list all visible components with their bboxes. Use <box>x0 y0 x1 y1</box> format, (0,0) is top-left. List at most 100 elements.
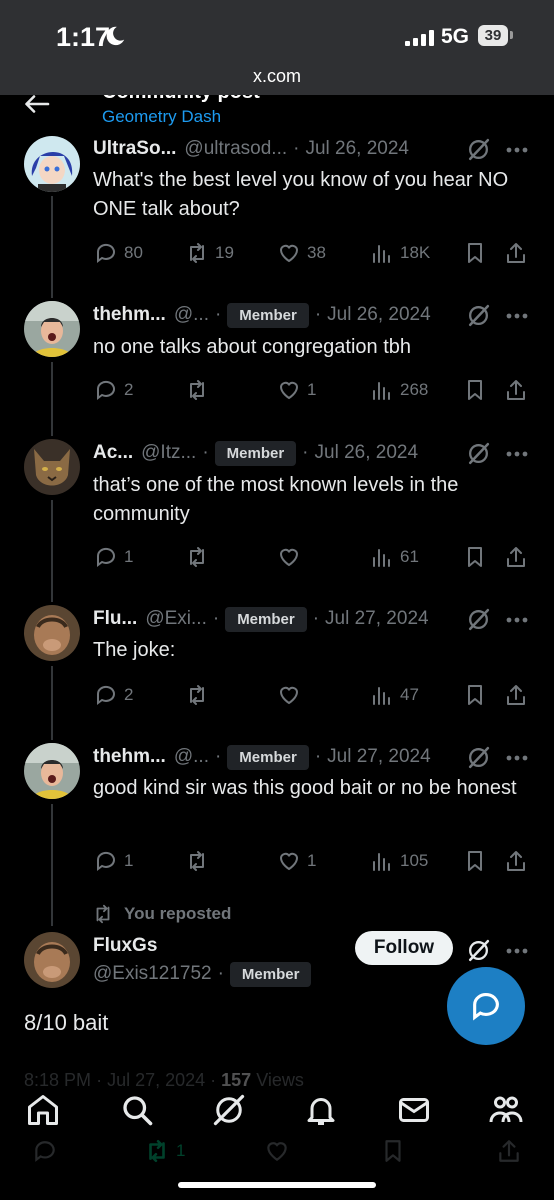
author-name[interactable]: Ac... <box>93 442 133 464</box>
repost-button[interactable]: 19 <box>185 241 234 265</box>
views-button[interactable]: 105 <box>370 849 428 873</box>
tab-grok[interactable] <box>211 1092 251 1132</box>
reply-button[interactable]: 2 <box>94 683 133 707</box>
tab-search[interactable] <box>119 1092 159 1132</box>
post-date[interactable]: Jul 27, 2024 <box>325 608 429 630</box>
reply-button[interactable]: 80 <box>94 241 143 265</box>
heart-icon <box>279 852 299 871</box>
share-button[interactable] <box>504 849 528 873</box>
more-icon[interactable] <box>506 617 528 623</box>
author-handle[interactable]: @... <box>174 746 209 768</box>
post-header: Flu... @Exi... · Member · Jul 27, 2024 <box>93 605 429 633</box>
author-handle[interactable]: @... <box>174 304 209 326</box>
home-icon <box>28 1095 58 1125</box>
tab-messages[interactable] <box>396 1092 436 1132</box>
post-date[interactable]: Jul 26, 2024 <box>315 442 419 464</box>
like-button[interactable]: 1 <box>277 378 316 402</box>
grok-icon[interactable] <box>466 441 491 466</box>
repost-button[interactable] <box>185 849 215 873</box>
reply-button[interactable]: 1 <box>94 849 133 873</box>
grok-icon[interactable] <box>466 938 491 963</box>
more-icon[interactable] <box>506 755 528 761</box>
compose-reply-button[interactable] <box>447 967 525 1045</box>
author-name[interactable]: UltraSo... <box>93 138 176 160</box>
share-button[interactable] <box>504 545 528 569</box>
like-button[interactable]: 38 <box>277 241 326 265</box>
repost-button[interactable] <box>185 545 215 569</box>
share-button[interactable] <box>504 378 528 402</box>
author-handle[interactable]: @Exis121752 <box>93 963 212 985</box>
author-name[interactable]: thehm... <box>93 304 166 326</box>
like-button[interactable]: 1 <box>277 849 316 873</box>
member-badge: Member <box>227 302 309 328</box>
post-date[interactable]: Jul 26, 2024 <box>327 304 431 326</box>
like-button[interactable] <box>277 545 307 569</box>
author-handle[interactable]: @Itz... <box>141 442 196 464</box>
views-button[interactable]: 61 <box>370 545 419 569</box>
back-arrow-icon[interactable] <box>24 95 50 113</box>
reply-count: 2 <box>124 685 134 704</box>
share-icon <box>507 547 525 567</box>
views-icon <box>373 687 390 705</box>
reply-button[interactable]: 2 <box>94 378 133 402</box>
reply-count: 1 <box>124 851 134 870</box>
author-name[interactable]: thehm... <box>93 746 166 768</box>
repost-button[interactable] <box>185 378 215 402</box>
more-icon[interactable] <box>506 147 528 153</box>
views-icon <box>373 382 390 400</box>
bookmark-icon <box>468 243 482 263</box>
author-name[interactable]: Flu... <box>93 608 137 630</box>
share-button[interactable] <box>504 683 528 707</box>
bookmark-button[interactable] <box>463 241 487 265</box>
tab-notifications[interactable] <box>303 1092 343 1132</box>
views-button[interactable]: 268 <box>370 378 428 402</box>
avatar[interactable] <box>24 301 80 357</box>
avatar[interactable] <box>24 743 80 799</box>
more-icon[interactable] <box>506 313 528 319</box>
post-date[interactable]: Jul 27, 2024 <box>327 746 431 768</box>
post-date[interactable]: Jul 26, 2024 <box>305 138 409 160</box>
grok-icon[interactable] <box>466 745 491 770</box>
bookmark-icon <box>468 685 482 705</box>
author-handle[interactable]: @Exi... <box>145 608 207 630</box>
home-indicator[interactable] <box>178 1182 376 1188</box>
more-icon[interactable] <box>506 451 528 457</box>
author-name[interactable]: FluxGs <box>93 935 157 957</box>
avatar[interactable] <box>24 932 80 988</box>
bookmark-icon <box>468 851 482 871</box>
reply-count: 2 <box>124 380 134 399</box>
community-link[interactable]: Geometry Dash <box>102 107 221 127</box>
more-icon[interactable] <box>506 948 528 954</box>
avatar[interactable] <box>24 605 80 661</box>
heart-icon <box>279 548 299 567</box>
share-icon <box>507 685 525 705</box>
views-button[interactable]: 18K <box>370 241 430 265</box>
author-handle[interactable]: @ultrasod... <box>184 138 287 160</box>
follow-button[interactable]: Follow <box>355 931 453 965</box>
post-header: thehm... @... · Member · Jul 27, 2024 <box>93 743 431 771</box>
tab-home[interactable] <box>25 1092 65 1132</box>
separator: · <box>302 442 309 463</box>
tab-communities[interactable] <box>488 1092 528 1132</box>
bookmark-button[interactable] <box>463 683 487 707</box>
address-bar[interactable]: x.com <box>0 66 554 87</box>
share-button[interactable] <box>504 241 528 265</box>
grok-icon[interactable] <box>466 607 491 632</box>
repost-icon <box>190 547 204 567</box>
grok-icon[interactable] <box>466 303 491 328</box>
like-button[interactable] <box>277 683 307 707</box>
bookmark-button[interactable] <box>463 378 487 402</box>
avatar[interactable] <box>24 136 80 192</box>
reply-icon <box>96 685 115 705</box>
post-text: that’s one of the most known levels in t… <box>93 474 459 525</box>
grok-icon[interactable] <box>466 137 491 162</box>
reply-button[interactable]: 1 <box>94 545 133 569</box>
bookmark-icon <box>468 547 482 567</box>
views-button[interactable]: 47 <box>370 683 419 707</box>
post-header: thehm... @... · Member · Jul 26, 2024 <box>93 301 431 329</box>
repost-button[interactable] <box>185 683 215 707</box>
bookmark-button[interactable] <box>463 849 487 873</box>
avatar[interactable] <box>24 439 80 495</box>
repost-icon <box>190 685 204 705</box>
bookmark-button[interactable] <box>463 545 487 569</box>
